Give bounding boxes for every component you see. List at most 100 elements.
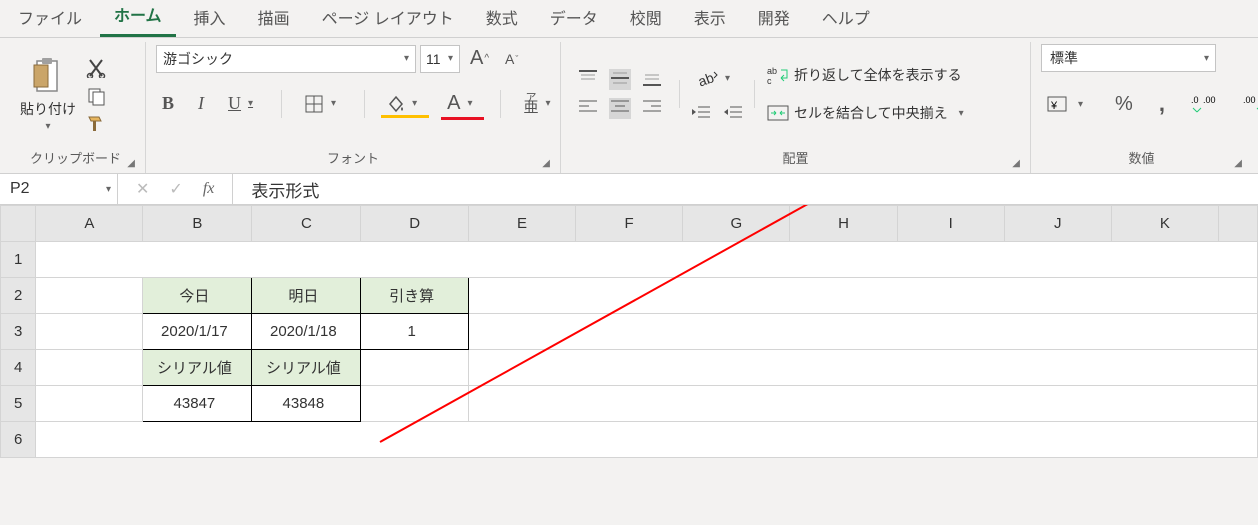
paste-dropdown-icon[interactable]: ▾	[39, 121, 56, 132]
formula-input[interactable]	[232, 174, 1258, 204]
decrease-decimal-icon[interactable]: .00.0	[1237, 91, 1258, 117]
increase-decimal-icon[interactable]: .0.00	[1185, 91, 1223, 117]
col-header[interactable]: K	[1111, 206, 1218, 242]
number-format-select[interactable]: 標準 ▾	[1041, 44, 1216, 72]
cell[interactable]	[36, 386, 143, 422]
cell[interactable]: 1	[361, 314, 469, 350]
col-header[interactable]: G	[683, 206, 790, 242]
tab-file[interactable]: ファイル	[4, 0, 96, 37]
number-dialog-launcher-icon[interactable]: ◢	[1234, 158, 1242, 169]
tab-page-layout[interactable]: ページ レイアウト	[308, 0, 468, 37]
bold-button[interactable]: B	[156, 90, 180, 117]
row-header[interactable]: 4	[1, 350, 36, 386]
cell[interactable]: 今日	[143, 278, 252, 314]
increase-indent-icon[interactable]	[722, 103, 744, 124]
col-header[interactable]	[1219, 206, 1258, 242]
italic-button[interactable]: I	[192, 90, 210, 117]
font-dialog-launcher-icon[interactable]: ◢	[542, 158, 550, 169]
tab-help[interactable]: ヘルプ	[808, 0, 884, 37]
percent-button[interactable]: %	[1109, 90, 1139, 119]
tab-home[interactable]: ホーム	[100, 0, 176, 37]
cell[interactable]: 明日	[252, 278, 361, 314]
wrap-text-button[interactable]: abc 折り返して全体を表示する	[765, 62, 972, 88]
select-all-corner[interactable]	[1, 206, 36, 242]
cancel-formula-icon[interactable]: ✕	[126, 175, 159, 203]
merge-center-button[interactable]: セルを結合して中央揃え ▾	[765, 100, 972, 126]
format-painter-icon[interactable]	[86, 114, 106, 134]
font-color-button[interactable]: A▾	[441, 89, 484, 118]
col-header[interactable]: E	[468, 206, 575, 242]
cell[interactable]	[36, 314, 143, 350]
cell[interactable]: 引き算	[361, 278, 469, 314]
cell[interactable]	[468, 350, 1257, 386]
clipboard-dialog-launcher-icon[interactable]: ◢	[127, 158, 135, 169]
cell[interactable]	[468, 386, 1257, 422]
align-center-icon[interactable]	[609, 98, 631, 119]
tab-review[interactable]: 校閲	[616, 0, 676, 37]
decrease-indent-icon[interactable]	[690, 103, 712, 124]
paste-label[interactable]: 貼り付け	[20, 99, 76, 119]
align-right-icon[interactable]	[641, 98, 663, 119]
align-middle-icon[interactable]	[609, 69, 631, 90]
enter-formula-icon[interactable]: ✓	[159, 175, 192, 203]
cell[interactable]	[361, 350, 469, 386]
tab-data[interactable]: データ	[536, 0, 612, 37]
col-header[interactable]: F	[576, 206, 683, 242]
underline-button[interactable]: U ▾	[222, 90, 265, 117]
col-header[interactable]: C	[252, 206, 361, 242]
row-header[interactable]: 3	[1, 314, 36, 350]
cell[interactable]	[361, 386, 469, 422]
font-group-label: フォント	[327, 151, 379, 166]
font-name-select[interactable]: 游ゴシック ▾	[156, 45, 416, 73]
align-bottom-icon[interactable]	[641, 69, 663, 90]
cell[interactable]	[468, 314, 1257, 350]
clipboard-group: 貼り付け ▾ クリップボード◢	[6, 42, 146, 173]
tab-developer[interactable]: 開発	[744, 0, 804, 37]
row-header[interactable]: 6	[1, 422, 36, 458]
align-left-icon[interactable]	[577, 98, 599, 119]
font-size-select[interactable]: 11 ▾	[420, 45, 460, 73]
font-group: 游ゴシック ▾ 11 ▾ A^ Aˇ B I U ▾ ▾	[146, 42, 561, 173]
copy-icon[interactable]	[86, 86, 106, 106]
cell[interactable]: 43848	[252, 386, 361, 422]
tab-insert[interactable]: 挿入	[180, 0, 240, 37]
cell[interactable]: シリアル値	[252, 350, 361, 386]
name-box[interactable]: P2 ▾	[0, 174, 118, 204]
cell[interactable]: 43847	[143, 386, 252, 422]
cell[interactable]: 2020/1/17	[143, 314, 252, 350]
cell[interactable]	[36, 278, 143, 314]
col-header[interactable]: D	[361, 206, 469, 242]
borders-button[interactable]: ▾	[298, 91, 348, 117]
cell[interactable]: シリアル値	[143, 350, 252, 386]
tab-formulas[interactable]: 数式	[472, 0, 532, 37]
decrease-font-icon[interactable]: Aˇ	[499, 48, 524, 70]
cut-icon[interactable]	[86, 58, 106, 78]
fill-color-button[interactable]: ▾	[381, 92, 429, 116]
cell[interactable]	[36, 242, 1258, 278]
cell[interactable]: 2020/1/18	[252, 314, 361, 350]
col-header[interactable]: H	[790, 206, 897, 242]
alignment-dialog-launcher-icon[interactable]: ◢	[1012, 158, 1020, 169]
accounting-format-button[interactable]: ¥▾	[1041, 91, 1095, 117]
col-header[interactable]: A	[36, 206, 143, 242]
cell[interactable]	[468, 278, 1257, 314]
ruby-bottom: 亜	[523, 99, 538, 116]
row-header[interactable]: 1	[1, 242, 36, 278]
cell[interactable]	[36, 350, 143, 386]
align-top-icon[interactable]	[577, 69, 599, 90]
col-header[interactable]: I	[897, 206, 1004, 242]
tab-view[interactable]: 表示	[680, 0, 740, 37]
increase-font-icon[interactable]: A^	[464, 44, 495, 73]
phonetic-guide-button[interactable]: ア亜 ▾	[517, 90, 562, 117]
cell[interactable]	[36, 422, 1258, 458]
col-header[interactable]: B	[143, 206, 252, 242]
fx-icon[interactable]: fx	[193, 176, 225, 202]
worksheet[interactable]: A B C D E F G H I J K 1 2 今日 明日 引き算 3 20…	[0, 205, 1258, 458]
cell-grid[interactable]: A B C D E F G H I J K 1 2 今日 明日 引き算 3 20…	[0, 205, 1258, 458]
tab-draw[interactable]: 描画	[244, 0, 304, 37]
row-header[interactable]: 2	[1, 278, 36, 314]
orientation-button[interactable]: ab▾	[690, 65, 744, 93]
row-header[interactable]: 5	[1, 386, 36, 422]
comma-button[interactable]: ,	[1153, 88, 1171, 120]
col-header[interactable]: J	[1004, 206, 1111, 242]
